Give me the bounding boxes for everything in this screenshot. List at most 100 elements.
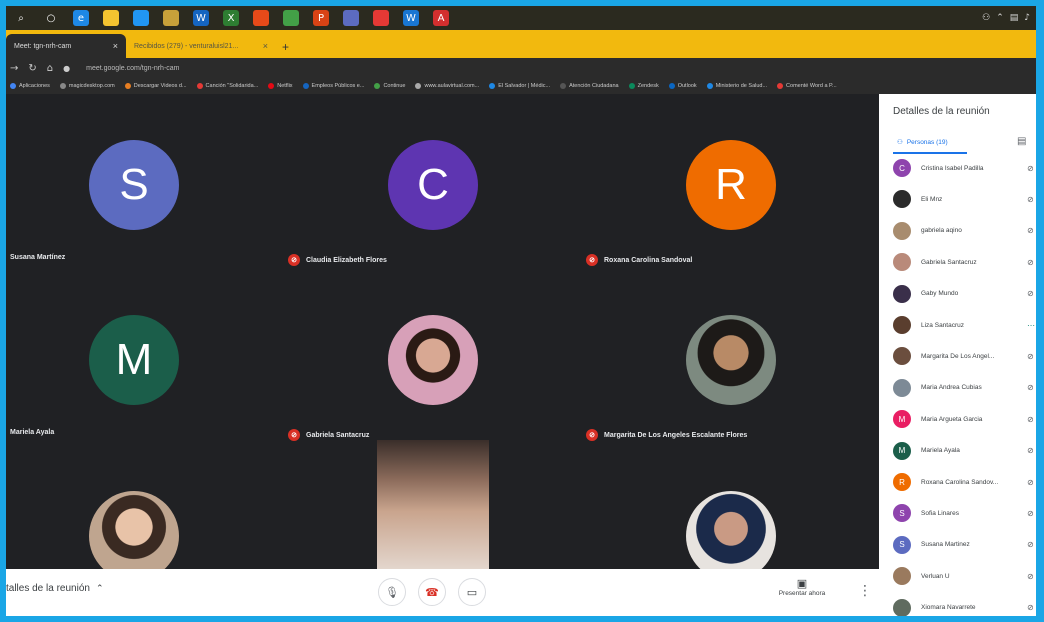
person-row[interactable]: C Cristina Isabel Padilla ⊘	[893, 158, 1036, 178]
person-name: Gaby Mundo	[921, 290, 959, 298]
bookmark-item[interactable]: Continue	[374, 83, 405, 89]
person-row[interactable]: Verluan U ⊘	[893, 566, 1036, 586]
close-icon[interactable]: ×	[113, 41, 118, 51]
person-row[interactable]: M Maria Argueta Garcia ⊘	[893, 409, 1036, 429]
person-row[interactable]: M Mariela Ayala ⊘	[893, 441, 1036, 461]
chrome-icon[interactable]	[163, 10, 179, 26]
person-avatar	[893, 316, 911, 334]
bookmark-icon	[268, 83, 275, 89]
person-row[interactable]: S Sofia Linares ⊘	[893, 503, 1036, 523]
bookmark-icon	[668, 83, 675, 89]
new-tab-icon[interactable]: +	[282, 40, 289, 54]
bookmark-item[interactable]: Canción "Solidarida...	[196, 83, 258, 89]
bookmark-label: Netflix	[277, 83, 293, 89]
close-icon[interactable]: ×	[263, 41, 268, 51]
leave-call-button[interactable]: ☎	[418, 578, 446, 606]
teams-icon[interactable]	[343, 10, 359, 26]
network-icon[interactable]: ▤	[1010, 13, 1019, 23]
task-view-icon[interactable]: ○	[43, 10, 59, 26]
store-icon[interactable]	[133, 10, 149, 26]
bookmark-item[interactable]: El Salvador | Médic...	[489, 83, 550, 89]
word-icon[interactable]: W	[193, 10, 209, 26]
tab-strip: Meet: tgn-nrh-cam × Recibidos (279) - ve…	[6, 30, 1036, 58]
person-row[interactable]: Gaby Mundo ⊘	[893, 284, 1036, 304]
meeting-details-label: talles de la reunión	[6, 583, 90, 594]
tab-people[interactable]: ⚇ Personas (19)	[897, 138, 948, 146]
person-row[interactable]: Gabriela Santacruz ⊘	[893, 252, 1036, 272]
participant-photo	[686, 315, 776, 405]
person-avatar	[893, 253, 911, 272]
meeting-details-toggle[interactable]: talles de la reunión ⌃	[6, 583, 104, 594]
bookmark-label: Outlook	[677, 83, 697, 89]
bookmark-item[interactable]: Comenté Word a P...	[777, 83, 837, 89]
person-row[interactable]: R Roxana Carolina Sandov... ⊘	[893, 472, 1036, 492]
bookmark-item[interactable]: Outlook	[668, 83, 697, 89]
forward-icon[interactable]: →	[10, 63, 18, 74]
people-icon[interactable]: ⚇	[982, 13, 990, 23]
bookmark-item[interactable]: Atención Ciudadana	[560, 83, 619, 89]
chevron-up-icon[interactable]: ⌃	[996, 13, 1004, 23]
bookmark-item[interactable]: Zendesk	[628, 83, 659, 89]
person-row[interactable]: Xiomara Navarrete ⊘	[893, 598, 1036, 616]
avatar-initial: M	[115, 335, 153, 384]
bookmark-item[interactable]: Ministerio de Salud...	[706, 83, 767, 89]
mic-off-icon: ⊘	[1027, 446, 1034, 456]
bookmark-item[interactable]: Netflix	[268, 83, 293, 89]
hang-up-icon: ☎	[425, 585, 439, 599]
bookmark-item[interactable]: Aplicaciones	[10, 83, 50, 89]
camera-icon: ▭	[466, 585, 478, 599]
firefox-icon[interactable]	[253, 10, 269, 26]
person-row[interactable]: S Susana Martinez ⊘	[893, 535, 1036, 555]
bookmark-item[interactable]: Empleos Públicos e...	[302, 83, 364, 89]
home-icon[interactable]: ⌂	[47, 63, 53, 74]
tab-indicator	[893, 152, 967, 154]
present-now-button[interactable]: ▣ Presentar ahora	[770, 577, 834, 597]
mic-off-icon: ⊘	[1027, 540, 1034, 550]
avatar-initial: C	[417, 160, 449, 209]
bookmark-item[interactable]: Descargar Videos d...	[124, 83, 187, 89]
acrobat-icon[interactable]: A	[433, 10, 449, 26]
url-field[interactable]: meet.google.com/tgn-nrh-cam	[86, 65, 179, 72]
bookmark-icon	[59, 83, 66, 89]
bookmark-label: www.aulavirtual.com...	[424, 83, 480, 89]
photos-icon[interactable]	[373, 10, 389, 26]
more-options-icon[interactable]: ⋮	[858, 583, 872, 599]
mic-off-icon: ⊘	[1027, 257, 1034, 267]
person-avatar	[893, 190, 911, 209]
mic-button[interactable]: 🎙︎	[378, 578, 406, 606]
bookmark-label: Comenté Word a P...	[786, 83, 837, 89]
bookmark-item[interactable]: www.aulavirtual.com...	[415, 83, 479, 89]
person-row[interactable]: Margarita De Los Angel... ⊘	[893, 346, 1036, 366]
person-row[interactable]: Maria Andrea Cubias ⊘	[893, 378, 1036, 398]
person-avatar: M	[893, 410, 911, 429]
mic-off-icon: ⊘	[288, 429, 300, 441]
person-row[interactable]: Eli Mnz ⊘	[893, 189, 1036, 209]
person-row[interactable]: Liza Santacruz ⋯	[893, 315, 1036, 335]
powerpoint-icon[interactable]: P	[313, 10, 329, 26]
person-row[interactable]: gabriela aqino ⊘	[893, 221, 1036, 241]
excel-icon[interactable]: X	[223, 10, 239, 26]
person-name: Susana Martinez	[921, 541, 970, 549]
chat-icon[interactable]: ▤	[1017, 136, 1026, 147]
volume-icon[interactable]: ♪	[1024, 13, 1030, 23]
search-icon[interactable]: ⌕	[13, 10, 29, 26]
bookmark-label: Atención Ciudadana	[569, 83, 619, 89]
app-icon[interactable]	[283, 10, 299, 26]
mic-off-icon: ⊘	[1027, 351, 1034, 361]
control-bar: talles de la reunión ⌃ 🎙︎ ☎ ▭ ▣ Presenta…	[6, 569, 879, 616]
edge-icon[interactable]: e	[73, 10, 89, 26]
mic-icon: 🎙︎	[385, 585, 399, 599]
tab-label: Recibidos (279) - venturaluisl21...	[134, 42, 239, 50]
camera-button[interactable]: ▭	[458, 578, 486, 606]
mic-off-icon: ⊘	[1027, 414, 1034, 424]
file-explorer-icon[interactable]	[103, 10, 119, 26]
bookmark-item[interactable]: magicdesktop.com	[59, 83, 115, 89]
tab-meet[interactable]: Meet: tgn-nrh-cam ×	[6, 34, 126, 58]
person-name: Xiomara Navarrete	[921, 604, 976, 612]
tab-gmail[interactable]: Recibidos (279) - venturaluisl21... ×	[126, 34, 276, 58]
word-icon-2[interactable]: W	[403, 10, 419, 26]
bookmark-label: Descargar Videos d...	[133, 83, 187, 89]
reload-icon[interactable]: ↻	[28, 63, 36, 74]
bookmark-icon	[777, 83, 784, 89]
bookmark-icon	[196, 83, 203, 89]
